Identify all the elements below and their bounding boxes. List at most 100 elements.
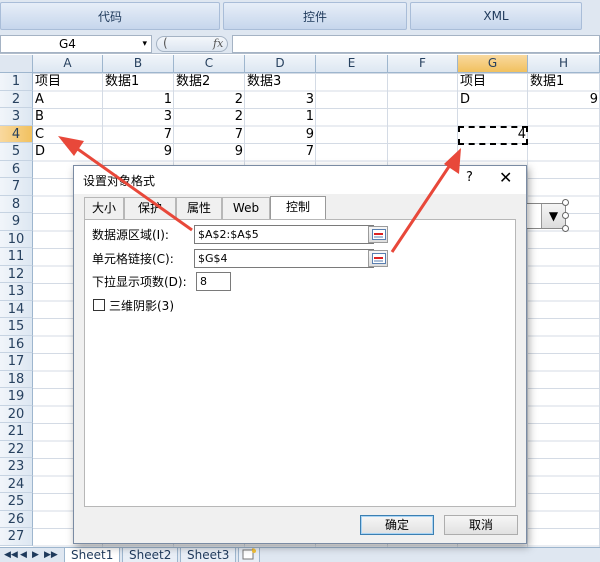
cell-c5[interactable]: 9 [174,143,245,161]
resize-handle-top-right[interactable] [562,199,569,206]
row-header-8[interactable]: 8 [0,195,33,213]
row-header-22[interactable]: 22 [0,440,33,458]
ok-button[interactable]: 确定 [360,515,434,535]
cancel-button-label: 取消 [468,518,493,532]
column-header-f[interactable]: F [388,55,458,73]
selected-cell-g4[interactable] [458,126,528,145]
name-box-dropdown-icon[interactable]: ▾ [142,36,147,52]
row-header-27[interactable]: 27 [0,528,33,546]
ribbon-group-xml[interactable]: XML [410,2,582,30]
cell-c1[interactable]: 数据2 [174,73,245,91]
formula-cancel-icon[interactable]: ( [163,36,168,50]
row-header-24[interactable]: 24 [0,475,33,493]
row-header-12[interactable]: 12 [0,265,33,283]
prev-sheet-icon[interactable]: ◀ [20,548,27,562]
formula-bar: G4 ▾ ( fx [0,34,600,54]
close-icon[interactable]: ✕ [499,168,512,187]
cell-a5[interactable]: D [33,143,103,161]
row-header-4[interactable]: 4 [0,125,33,143]
first-sheet-icon[interactable]: ◀◀ [4,548,18,562]
column-header-e[interactable]: E [316,55,388,73]
cell-link-input[interactable]: $G$4 [194,249,374,268]
cell-c4[interactable]: 7 [174,126,245,144]
resize-handle-bottom-right[interactable] [562,225,569,232]
row-header-3[interactable]: 3 [0,108,33,126]
row-header-16[interactable]: 16 [0,335,33,353]
column-header-a[interactable]: A [33,55,103,73]
cell-d1[interactable]: 数据3 [245,73,316,91]
formula-controls: ( fx [156,36,228,52]
column-header-g[interactable]: G [458,55,528,73]
cell-a2[interactable]: A [33,91,103,109]
source-range-input[interactable]: $A$2:$A$5 [194,225,374,244]
column-header-b[interactable]: B [103,55,174,73]
combo-arrow-icon: ▼ [548,209,559,223]
row-header-7[interactable]: 7 [0,178,33,196]
cell-d5[interactable]: 7 [245,143,316,161]
row-header-13[interactable]: 13 [0,283,33,301]
column-header-c[interactable]: C [174,55,245,73]
column-header-h[interactable]: H [528,55,600,73]
cell-b3[interactable]: 3 [103,108,174,126]
tab-properties[interactable]: 属性 [176,197,222,219]
dropdown-lines-input[interactable]: 8 [196,272,231,291]
cell-b5[interactable]: 9 [103,143,174,161]
row-header-15[interactable]: 15 [0,318,33,336]
row-header-25[interactable]: 25 [0,493,33,511]
sheet-tab-sheet3[interactable]: Sheet3 [180,548,237,562]
cell-h2[interactable]: 9 [528,91,600,109]
row-header-1[interactable]: 1 [0,73,33,91]
sheet-tab-sheet1[interactable]: Sheet1 [64,548,121,562]
cell-b2[interactable]: 1 [103,91,174,109]
ribbon-group-controls[interactable]: 控件 [223,2,407,30]
row-header-11[interactable]: 11 [0,248,33,266]
cell-g2[interactable]: D [458,91,528,109]
sheet-tab-sheet2[interactable]: Sheet2 [122,548,179,562]
3d-shading-checkbox[interactable] [93,299,105,311]
cell-link-picker-button[interactable] [368,250,388,267]
help-icon[interactable]: ? [466,170,473,185]
row-header-5[interactable]: 5 [0,143,33,161]
cell-a1[interactable]: 项目 [33,73,103,91]
cell-d2[interactable]: 3 [245,91,316,109]
cell-b4[interactable]: 7 [103,126,174,144]
row-header-19[interactable]: 19 [0,388,33,406]
row-header-2[interactable]: 2 [0,90,33,108]
cell-d3[interactable]: 1 [245,108,316,126]
tab-web[interactable]: Web [222,197,270,219]
select-all-corner[interactable] [0,55,33,73]
row-header-21[interactable]: 21 [0,423,33,441]
ribbon-group-code[interactable]: 代码 [0,2,220,30]
row-header-20[interactable]: 20 [0,405,33,423]
cell-c3[interactable]: 2 [174,108,245,126]
row-header-17[interactable]: 17 [0,353,33,371]
insert-function-button[interactable]: fx [213,37,223,50]
next-sheet-icon[interactable]: ▶ [32,548,39,562]
cancel-button[interactable]: 取消 [444,515,518,535]
cell-g1[interactable]: 项目 [458,73,528,91]
row-header-9[interactable]: 9 [0,213,33,231]
column-header-d[interactable]: D [245,55,316,73]
cell-a3[interactable]: B [33,108,103,126]
source-range-picker-button[interactable] [368,226,388,243]
row-header-10[interactable]: 10 [0,230,33,248]
cell-d4[interactable]: 9 [245,126,316,144]
row-header-26[interactable]: 26 [0,510,33,528]
insert-sheet-icon[interactable] [238,548,260,562]
row-header-23[interactable]: 23 [0,458,33,476]
row-header-14[interactable]: 14 [0,300,33,318]
cell-h1[interactable]: 数据1 [528,73,600,91]
resize-handle-right[interactable] [562,212,569,219]
formula-input[interactable] [232,35,600,53]
tab-protection[interactable]: 保护 [124,197,176,219]
cell-b1[interactable]: 数据1 [103,73,174,91]
row-header-6[interactable]: 6 [0,160,33,178]
row-header-18[interactable]: 18 [0,370,33,388]
name-box[interactable]: G4 ▾ [0,35,152,53]
cell-c2[interactable]: 2 [174,91,245,109]
last-sheet-icon[interactable]: ▶▶ [44,548,58,562]
ribbon-group-controls-label: 控件 [302,9,327,24]
cell-a4[interactable]: C [33,126,103,144]
tab-size[interactable]: 大小 [84,197,124,219]
tab-control[interactable]: 控制 [270,196,326,219]
